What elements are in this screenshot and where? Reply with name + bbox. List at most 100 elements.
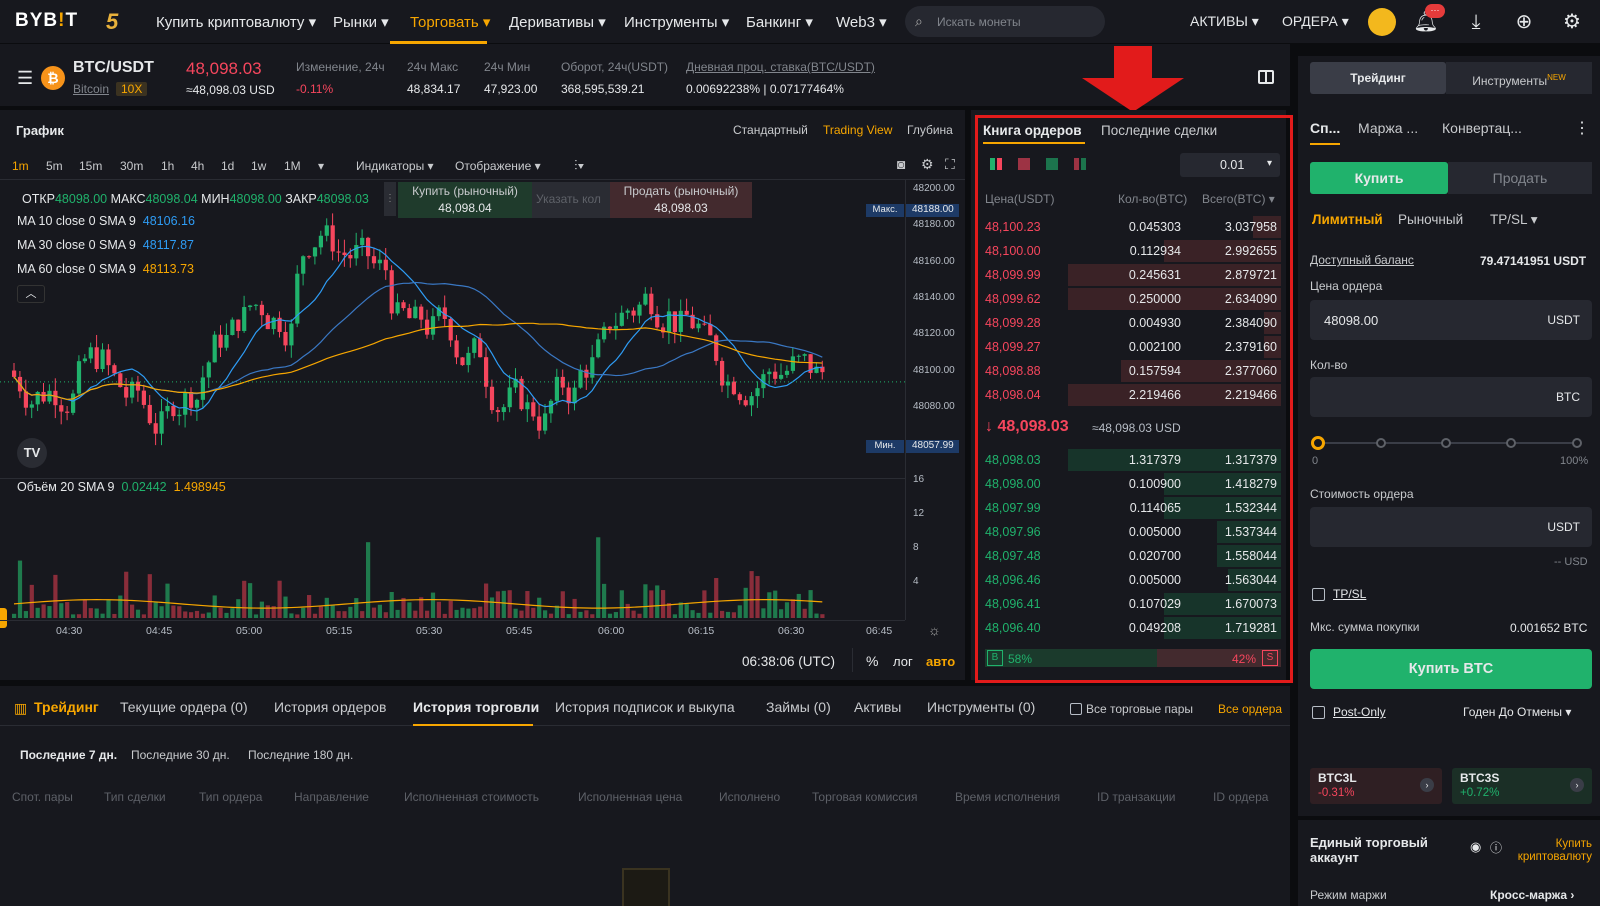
- buy-crypto-link[interactable]: Купить криптовалюту: [1506, 838, 1592, 864]
- order-type-market[interactable]: Рыночный: [1398, 212, 1463, 227]
- slider-step[interactable]: [1441, 438, 1451, 448]
- nav-assets[interactable]: АКТИВЫ ▾: [1190, 13, 1259, 30]
- tab-open-orders[interactable]: Текущие ордера (0): [120, 699, 248, 715]
- camera-icon[interactable]: ◙: [897, 156, 905, 172]
- pair-name[interactable]: BTC/USDT: [73, 59, 154, 77]
- sell-tab-button[interactable]: Продать: [1448, 162, 1592, 194]
- margin-mode-select[interactable]: Кросс-маржа ›: [1490, 888, 1574, 902]
- candle-type-icon[interactable]: ⫶▾: [574, 157, 584, 174]
- tab-tools[interactable]: ИнструментыNEW: [1446, 62, 1592, 94]
- settings-icon[interactable]: ⚙: [1559, 9, 1585, 35]
- display-dropdown[interactable]: Отображение ▾: [455, 159, 541, 173]
- all-pairs-checkbox[interactable]: [1070, 703, 1082, 715]
- nav-trade[interactable]: Торговать ▾: [410, 13, 490, 31]
- tab-spot[interactable]: Сп...: [1310, 120, 1340, 136]
- interval-1w[interactable]: 1w: [251, 159, 266, 173]
- drag-handle-icon[interactable]: ⋮: [384, 182, 396, 216]
- volume-bar: [731, 612, 736, 618]
- eye-icon[interactable]: ◉: [1470, 839, 1481, 855]
- avatar[interactable]: [1368, 8, 1396, 36]
- fullscreen-icon[interactable]: ⛶: [945, 156, 955, 173]
- period-180d[interactable]: Последние 180 дн.: [248, 748, 353, 762]
- tab-order-history[interactable]: История ордеров: [274, 699, 386, 715]
- tpsl-label[interactable]: TP/SL: [1333, 587, 1366, 601]
- tradingview-logo-icon[interactable]: TV: [17, 438, 47, 468]
- nav-derivatives[interactable]: Деривативы ▾: [509, 13, 606, 31]
- tab-convert[interactable]: Конвертац...: [1442, 120, 1522, 136]
- slider-thumb[interactable]: [1311, 436, 1325, 450]
- tpsl-checkbox[interactable]: [1312, 588, 1325, 601]
- indicators-dropdown[interactable]: Индикаторы ▾: [356, 159, 434, 173]
- tab-assets[interactable]: Активы: [854, 699, 901, 715]
- tab-trading-history[interactable]: Трейдинг: [34, 699, 99, 715]
- tab-trade-history[interactable]: История торговли: [413, 699, 539, 715]
- order-value-input[interactable]: USDT: [1310, 507, 1592, 547]
- volume-bar: [295, 614, 300, 618]
- interval-1h[interactable]: 1h: [161, 159, 174, 173]
- btc3s-card[interactable]: BTC3S +0.72% ›: [1452, 768, 1592, 804]
- settings-icon[interactable]: ⚙: [921, 156, 934, 173]
- view-depth[interactable]: Глубина: [907, 123, 953, 137]
- interval-dropdown-icon[interactable]: ▾: [318, 159, 324, 173]
- period-7d[interactable]: Последние 7 дн.: [20, 748, 117, 762]
- tab-subscription-history[interactable]: История подписок и выкупа: [555, 699, 735, 715]
- all-pairs-label[interactable]: Все торговые пары: [1086, 702, 1193, 716]
- nav-web3[interactable]: Web3 ▾: [836, 13, 887, 31]
- log-scale-toggle[interactable]: лог: [893, 654, 913, 669]
- slider-step[interactable]: [1506, 438, 1516, 448]
- bybit-logo[interactable]: BYB!T: [15, 10, 78, 32]
- all-orders-link[interactable]: Все ордера: [1218, 702, 1282, 716]
- postonly-checkbox[interactable]: [1312, 706, 1325, 719]
- globe-icon[interactable]: ⊕: [1511, 9, 1537, 35]
- download-icon[interactable]: ⤓: [1463, 9, 1489, 35]
- axis-settings-icon[interactable]: ☼: [928, 622, 941, 638]
- view-tradingview[interactable]: Trading View: [823, 123, 892, 137]
- interval-1m[interactable]: 1m: [12, 159, 29, 173]
- tab-trading[interactable]: Трейдинг: [1310, 62, 1446, 94]
- time-in-force-select[interactable]: Годен До Отмены ▾: [1463, 705, 1571, 719]
- rate-label[interactable]: Дневная проц. ставка(BTC/USDT): [686, 60, 875, 74]
- coin-name[interactable]: Bitcoin: [73, 82, 109, 96]
- postonly-label[interactable]: Post-Only: [1333, 705, 1386, 719]
- tab-margin[interactable]: Маржа ...: [1358, 120, 1418, 136]
- more-icon[interactable]: ⋮: [1574, 118, 1590, 138]
- nav-banking[interactable]: Банкинг ▾: [746, 13, 813, 31]
- interval-4h[interactable]: 4h: [191, 159, 204, 173]
- percent-scale-toggle[interactable]: %: [866, 653, 878, 669]
- clock-utc[interactable]: 06:38:06 (UTC): [742, 654, 835, 669]
- buy-btc-button[interactable]: Купить BTC: [1310, 649, 1592, 689]
- anniversary-icon[interactable]: 5: [106, 9, 118, 35]
- slider-step[interactable]: [1572, 438, 1582, 448]
- quick-qty-input[interactable]: Указать кол: [532, 182, 610, 218]
- interval-30m[interactable]: 30m: [120, 159, 143, 173]
- order-type-tpsl[interactable]: TP/SL ▾: [1490, 212, 1538, 228]
- tab-tools[interactable]: Инструменты (0): [927, 699, 1035, 715]
- order-price-input[interactable]: 48098.00 USDT: [1310, 300, 1592, 340]
- btc3l-card[interactable]: BTC3L -0.31% ›: [1310, 768, 1442, 804]
- nav-orders[interactable]: ОРДЕРА ▾: [1282, 13, 1349, 30]
- slider-step[interactable]: [1376, 438, 1386, 448]
- period-30d[interactable]: Последние 30 дн.: [131, 748, 230, 762]
- interval-1M[interactable]: 1M: [284, 159, 301, 173]
- view-standard[interactable]: Стандартный: [733, 123, 808, 137]
- nav-buy-crypto[interactable]: Купить криптовалюту ▾: [156, 13, 316, 31]
- order-type-limit[interactable]: Лимитный: [1312, 212, 1383, 227]
- layout-toggle-icon[interactable]: [1258, 70, 1274, 84]
- interval-15m[interactable]: 15m: [79, 159, 102, 173]
- interval-1d[interactable]: 1d: [221, 159, 234, 173]
- auto-scale-toggle[interactable]: авто: [926, 654, 955, 669]
- search-input[interactable]: ⌕ Искать монеты: [905, 6, 1105, 37]
- help-icon[interactable]: ⓘ: [1490, 839, 1502, 856]
- volume-bar: [342, 611, 347, 618]
- qty-input[interactable]: BTC: [1310, 377, 1592, 417]
- buy-market-button[interactable]: Купить (рыночный) 48,098.04: [398, 182, 532, 218]
- panel-toggle-handle[interactable]: [0, 608, 7, 628]
- interval-5m[interactable]: 5m: [46, 159, 63, 173]
- nav-markets[interactable]: Рынки ▾: [333, 13, 389, 31]
- collapse-legend-button[interactable]: ︿: [17, 285, 45, 303]
- buy-tab-button[interactable]: Купить: [1310, 162, 1448, 194]
- menu-icon[interactable]: ☰: [17, 68, 33, 89]
- sell-market-button[interactable]: Продать (рыночный) 48,098.03: [610, 182, 752, 218]
- nav-tools[interactable]: Инструменты ▾: [624, 13, 729, 31]
- tab-loans[interactable]: Займы (0): [766, 699, 831, 715]
